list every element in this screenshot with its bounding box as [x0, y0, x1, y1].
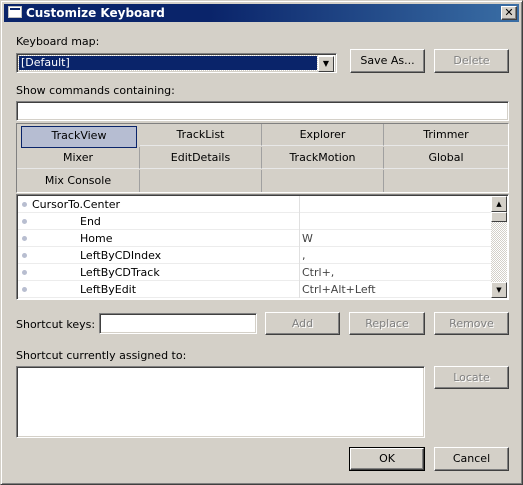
tab-trackmotion[interactable]: TrackMotion — [262, 147, 384, 169]
tab-empty-3 — [384, 170, 508, 192]
tree-node-icon — [22, 287, 27, 292]
tab-global[interactable]: Global — [384, 147, 508, 169]
tree-node-icon — [22, 202, 27, 207]
command-row[interactable]: Home W — [18, 230, 492, 247]
shortcut-keys-input[interactable] — [99, 313, 257, 334]
command-name: End — [80, 215, 101, 228]
window-icon — [8, 6, 22, 18]
tab-tracklist[interactable]: TrackList — [140, 124, 262, 146]
cancel-button[interactable]: Cancel — [434, 447, 509, 471]
command-name: LeftByCDTrack — [80, 266, 160, 279]
tab-empty-2 — [262, 170, 384, 192]
customize-keyboard-dialog: Customize Keyboard ✕ Keyboard map: [Defa… — [0, 0, 523, 485]
tab-trimmer[interactable]: Trimmer — [384, 124, 508, 146]
tab-mixer[interactable]: Mixer — [17, 147, 140, 169]
close-button[interactable]: ✕ — [501, 6, 517, 20]
assigned-label: Shortcut currently assigned to: — [16, 349, 187, 362]
command-row[interactable]: End — [18, 213, 492, 230]
add-button[interactable]: Add — [265, 312, 340, 335]
tree-node-icon — [22, 253, 27, 258]
command-shortcut: W — [302, 232, 313, 245]
command-search-input[interactable] — [16, 101, 509, 121]
assigned-to-box — [16, 366, 425, 438]
command-row[interactable]: CursorTo.Center — [18, 196, 492, 213]
command-shortcut: Ctrl+Alt+Left — [302, 283, 376, 296]
scroll-down-icon[interactable]: ▼ — [491, 282, 507, 298]
tree-node-icon — [22, 270, 27, 275]
command-row[interactable]: LeftByCDTrack Ctrl+, — [18, 264, 492, 281]
keyboard-map-select[interactable]: [Default] ▼ — [16, 53, 337, 73]
scroll-up-icon[interactable]: ▲ — [491, 196, 507, 212]
tree-node-icon — [22, 236, 27, 241]
command-list[interactable]: CursorTo.Center End Home W LeftByCDIndex… — [16, 194, 509, 300]
replace-button[interactable]: Replace — [349, 312, 425, 335]
tab-editdetails[interactable]: EditDetails — [140, 147, 262, 169]
window-title: Customize Keyboard — [26, 6, 165, 20]
command-shortcut: Ctrl+, — [302, 266, 335, 279]
tree-node-icon — [22, 219, 27, 224]
command-row[interactable]: LeftByCDIndex , — [18, 247, 492, 264]
tab-trackview[interactable]: TrackView — [21, 126, 137, 148]
command-name: Home — [80, 232, 113, 245]
command-category-tabs: TrackView TrackList Explorer Trimmer Mix… — [16, 123, 509, 193]
command-name: LeftByCDIndex — [80, 249, 162, 262]
remove-button[interactable]: Remove — [434, 312, 509, 335]
tab-explorer[interactable]: Explorer — [262, 124, 384, 146]
delete-button[interactable]: Delete — [434, 49, 509, 73]
ok-button[interactable]: OK — [349, 447, 425, 471]
shortcut-keys-label: Shortcut keys: — [16, 318, 96, 331]
save-as-button[interactable]: Save As... — [350, 49, 425, 73]
tab-mix-console[interactable]: Mix Console — [17, 170, 140, 192]
command-name: LeftByEdit — [80, 283, 137, 296]
tab-empty-1 — [140, 170, 262, 192]
filter-label: Show commands containing: — [16, 84, 175, 97]
locate-button[interactable]: Locate — [434, 366, 509, 389]
command-shortcut: , — [302, 249, 306, 262]
keyboard-map-value: [Default] — [18, 55, 318, 71]
scroll-thumb[interactable] — [491, 212, 507, 222]
command-name: CursorTo.Center — [32, 198, 121, 211]
command-list-scrollbar[interactable]: ▲ ▼ — [491, 196, 507, 298]
keyboard-map-label: Keyboard map: — [16, 35, 100, 48]
chevron-down-icon[interactable]: ▼ — [318, 56, 334, 72]
title-bar[interactable]: Customize Keyboard ✕ — [4, 4, 519, 22]
command-row[interactable]: LeftByEdit Ctrl+Alt+Left — [18, 281, 492, 298]
